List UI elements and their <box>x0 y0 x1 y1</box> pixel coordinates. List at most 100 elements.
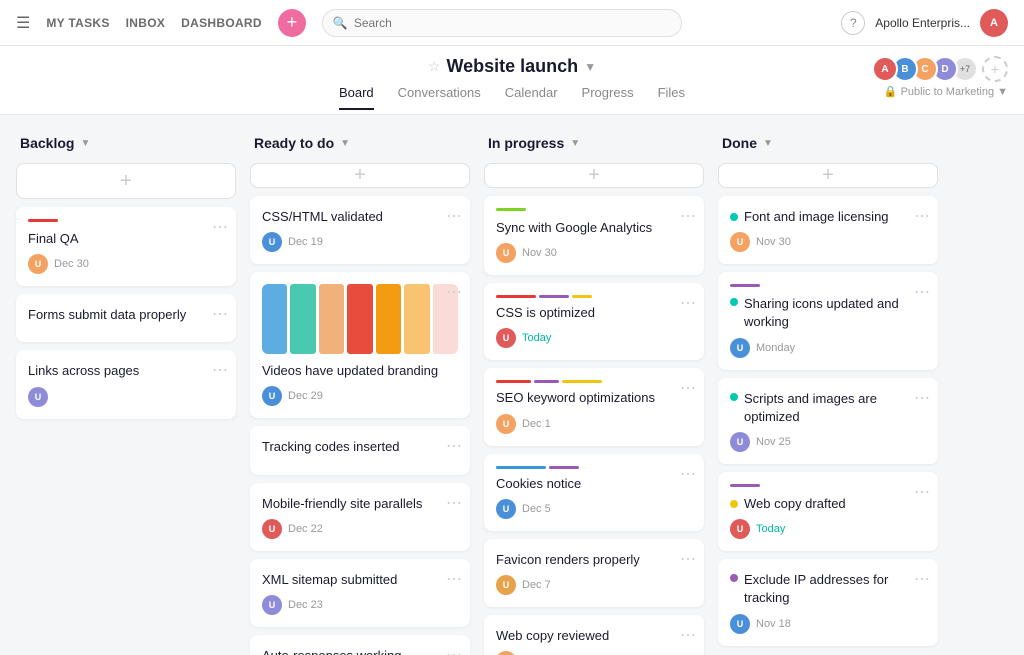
card-more-icon[interactable]: ⋯ <box>446 436 462 456</box>
add-card-ready[interactable]: + <box>250 163 470 188</box>
add-member-button[interactable]: + <box>982 56 1008 82</box>
title-dropdown-icon[interactable]: ▼ <box>584 60 596 74</box>
tab-board[interactable]: Board <box>339 85 374 110</box>
card-more-icon[interactable]: ⋯ <box>914 282 930 302</box>
card-title: Tracking codes inserted <box>262 438 458 456</box>
card-more-icon[interactable]: ⋯ <box>914 482 930 502</box>
card-videos-branding[interactable]: Videos have updated branding U Dec 29 ⋯ <box>250 272 470 418</box>
card-date: Nov 30 <box>756 236 791 248</box>
card-web-copy-reviewed[interactable]: Web copy reviewed U Dec 9 ⋯ <box>484 615 704 655</box>
card-avatar: U <box>496 414 516 434</box>
card-date: Dec 5 <box>522 503 551 515</box>
card-title: Final QA <box>28 230 224 248</box>
card-web-copy-drafted[interactable]: Web copy drafted U Today ⋯ <box>718 472 938 551</box>
search-input[interactable] <box>354 16 671 30</box>
column-title-ready: Ready to do <box>254 135 334 151</box>
card-title: Web copy drafted <box>744 495 846 513</box>
card-css-optimized[interactable]: CSS is optimized U Today ⋯ <box>484 283 704 360</box>
star-icon[interactable]: ☆ <box>428 58 441 75</box>
card-date: Dec 29 <box>288 390 323 402</box>
card-xml-sitemap[interactable]: XML sitemap submitted U Dec 23 ⋯ <box>250 559 470 627</box>
card-more-icon[interactable]: ⋯ <box>212 217 228 237</box>
search-bar[interactable]: 🔍 <box>322 9 682 37</box>
help-button[interactable]: ? <box>841 11 865 35</box>
card-avatar: U <box>496 243 516 263</box>
card-meta: U Dec 1 <box>496 414 692 434</box>
card-more-icon[interactable]: ⋯ <box>446 282 462 302</box>
card-cookies-notice[interactable]: Cookies notice U Dec 5 ⋯ <box>484 454 704 531</box>
card-seo-keyword[interactable]: SEO keyword optimizations U Dec 1 ⋯ <box>484 368 704 445</box>
card-more-icon[interactable]: ⋯ <box>914 206 930 226</box>
progress-bars <box>496 466 692 469</box>
status-dot <box>730 298 738 306</box>
inbox-link[interactable]: INBOX <box>126 16 166 30</box>
org-name: Apollo Enterpris... <box>875 16 970 30</box>
column-dropdown-progress[interactable]: ▼ <box>570 138 580 149</box>
card-more-icon[interactable]: ⋯ <box>680 549 696 569</box>
column-dropdown-backlog[interactable]: ▼ <box>80 138 90 149</box>
card-more-icon[interactable]: ⋯ <box>446 493 462 513</box>
card-links-across[interactable]: Links across pages U ⋯ <box>16 350 236 418</box>
card-date: Nov 30 <box>522 247 557 259</box>
card-date: Dec 19 <box>288 236 323 248</box>
progress-bar-1 <box>496 380 531 383</box>
my-tasks-link[interactable]: MY TASKS <box>46 16 109 30</box>
swatch-4 <box>347 284 372 354</box>
card-more-icon[interactable]: ⋯ <box>446 206 462 226</box>
card-favicon[interactable]: Favicon renders properly U Dec 7 ⋯ <box>484 539 704 607</box>
card-more-icon[interactable]: ⋯ <box>212 360 228 380</box>
card-more-icon[interactable]: ⋯ <box>680 293 696 313</box>
card-forms-submit[interactable]: Forms submit data properly ⋯ <box>16 294 236 342</box>
add-card-done[interactable]: + <box>718 163 938 188</box>
hamburger-icon[interactable]: ☰ <box>16 13 30 33</box>
column-dropdown-ready[interactable]: ▼ <box>340 138 350 149</box>
card-more-icon[interactable]: ⋯ <box>680 206 696 226</box>
card-more-icon[interactable]: ⋯ <box>914 388 930 408</box>
top-nav: ☰ MY TASKS INBOX DASHBOARD + 🔍 ? Apollo … <box>0 0 1024 46</box>
nav-right: ? Apollo Enterpris... A <box>841 9 1008 37</box>
card-font-image[interactable]: Font and image licensing U Nov 30 ⋯ <box>718 196 938 264</box>
card-auto-responses[interactable]: Auto-responses working U Dec 28 ⋯ <box>250 635 470 655</box>
column-dropdown-done[interactable]: ▼ <box>763 138 773 149</box>
tab-calendar[interactable]: Calendar <box>505 85 558 110</box>
card-meta: U Dec 5 <box>496 499 692 519</box>
card-more-icon[interactable]: ⋯ <box>680 625 696 645</box>
card-css-html[interactable]: CSS/HTML validated U Dec 19 ⋯ <box>250 196 470 264</box>
card-date: Nov 25 <box>756 436 791 448</box>
column-title-backlog: Backlog <box>20 135 74 151</box>
card-exclude-ip[interactable]: Exclude IP addresses for tracking U Nov … <box>718 559 938 645</box>
card-title: Sync with Google Analytics <box>496 219 692 237</box>
card-more-icon[interactable]: ⋯ <box>446 569 462 589</box>
card-title: Mobile-friendly site parallels <box>262 495 458 513</box>
card-more-icon[interactable]: ⋯ <box>914 569 930 589</box>
card-sharing-icons[interactable]: Sharing icons updated and working U Mond… <box>718 272 938 369</box>
project-title: Website launch <box>446 56 578 77</box>
add-card-progress[interactable]: + <box>484 163 704 188</box>
card-mobile-friendly[interactable]: Mobile-friendly site parallels U Dec 22 … <box>250 483 470 551</box>
card-scripts-images[interactable]: Scripts and images are optimized U Nov 2… <box>718 378 938 464</box>
add-card-backlog[interactable]: + <box>16 163 236 199</box>
card-final-qa[interactable]: Final QA U Dec 30 ⋯ <box>16 207 236 286</box>
user-avatar[interactable]: A <box>980 9 1008 37</box>
dashboard-link[interactable]: DASHBOARD <box>181 16 262 30</box>
add-button[interactable]: + <box>278 9 306 37</box>
card-meta: U Today <box>496 328 692 348</box>
card-more-icon[interactable]: ⋯ <box>212 304 228 324</box>
card-meta: U Dec 7 <box>496 575 692 595</box>
card-title: Sharing icons updated and working <box>744 295 926 331</box>
tab-progress[interactable]: Progress <box>582 85 634 110</box>
visibility-dropdown-icon[interactable]: ▼ <box>997 86 1008 98</box>
card-more-icon[interactable]: ⋯ <box>446 645 462 655</box>
tab-conversations[interactable]: Conversations <box>398 85 481 110</box>
card-tracking-codes[interactable]: Tracking codes inserted ⋯ <box>250 426 470 474</box>
member-avatar-1[interactable]: A <box>872 56 898 82</box>
tab-files[interactable]: Files <box>658 85 685 110</box>
card-more-icon[interactable]: ⋯ <box>680 378 696 398</box>
card-title: CSS is optimized <box>496 304 692 322</box>
card-bar <box>730 484 760 487</box>
card-more-icon[interactable]: ⋯ <box>680 464 696 484</box>
nav-links: MY TASKS INBOX DASHBOARD <box>46 16 262 30</box>
card-avatar: U <box>730 432 750 452</box>
card-sync-google[interactable]: Sync with Google Analytics U Nov 30 ⋯ <box>484 196 704 275</box>
card-title: Scripts and images are optimized <box>744 390 926 426</box>
